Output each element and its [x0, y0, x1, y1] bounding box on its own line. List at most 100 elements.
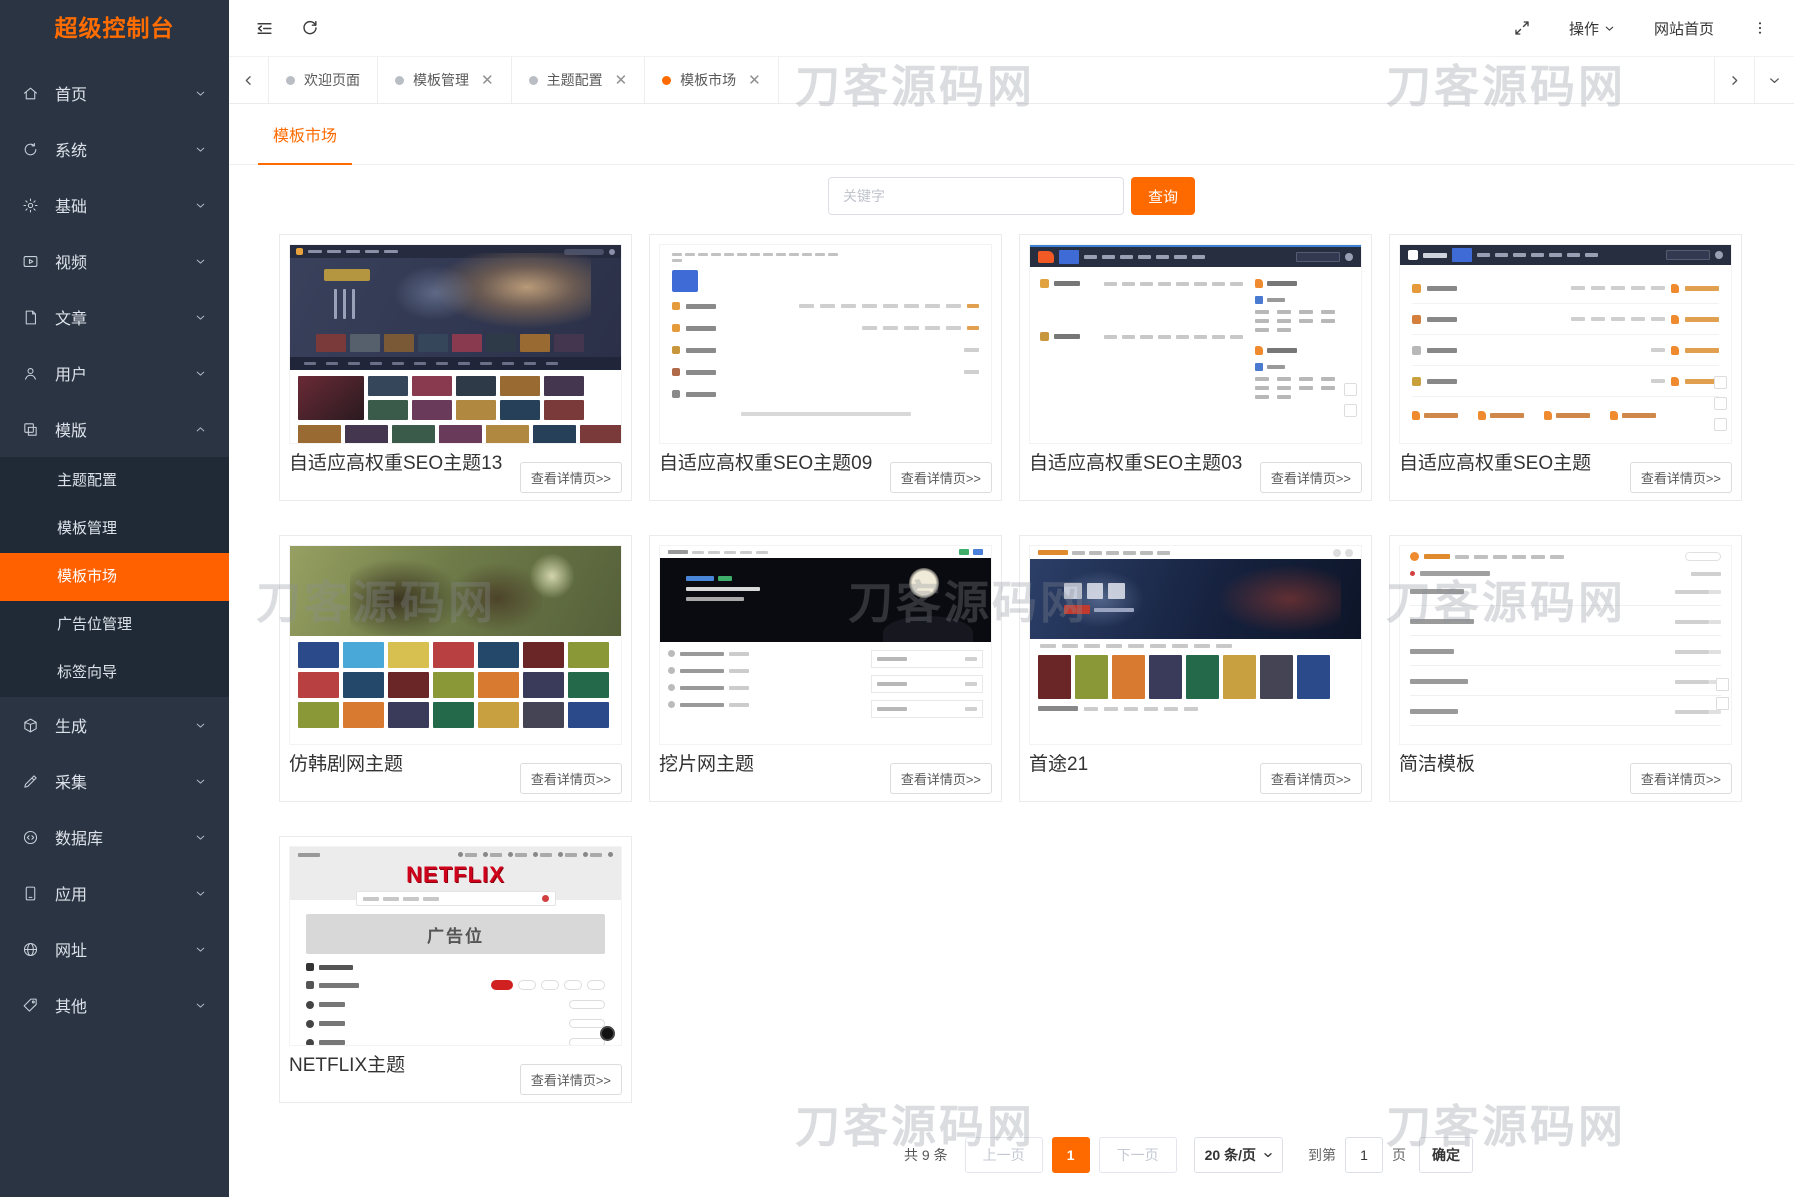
tab-close-icon[interactable]: ✕	[748, 73, 761, 88]
search-bar: 查询	[229, 177, 1794, 215]
settings-icon	[22, 196, 40, 214]
chevron-down-icon	[194, 887, 207, 900]
tab-template-market[interactable]: 模板市场	[258, 104, 352, 165]
search-button[interactable]: 查询	[1131, 177, 1195, 215]
tag-icon	[22, 996, 40, 1014]
sidebar-item-label: 网址	[55, 937, 87, 961]
template-card[interactable]: NETFLIX 广告位 NETFLIX主题查看详情页>>	[279, 836, 632, 1103]
page-tab-3[interactable]: 模板市场✕	[645, 57, 779, 103]
template-cards-grid: 自适应高权重SEO主题13查看详情页>> 自适应高权重SEO主题09查看详情页>…	[279, 234, 1792, 1103]
tab-label: 模板管理	[413, 70, 469, 90]
view-detail-button[interactable]: 查看详情页>>	[1630, 763, 1732, 794]
sidebar-subitem-1[interactable]: 模板管理	[0, 505, 229, 553]
sidebar-item-4[interactable]: 文章	[0, 289, 229, 345]
template-thumbnail	[1399, 244, 1732, 444]
template-card[interactable]: 自适应高权重SEO主题13查看详情页>>	[279, 234, 632, 501]
template-card[interactable]: 仿韩剧网主题查看详情页>>	[279, 535, 632, 802]
sidebar-subitem-3[interactable]: 广告位管理	[0, 601, 229, 649]
sidebar-subitem-label: 主题配置	[57, 472, 117, 489]
template-thumbnail: NETFLIX 广告位	[289, 846, 622, 1046]
home-icon	[22, 84, 40, 102]
card-footer: 查看详情页>>	[890, 462, 992, 493]
view-detail-button[interactable]: 查看详情页>>	[520, 462, 622, 493]
chevron-down-icon	[1603, 22, 1616, 35]
sidebar-subitem-4[interactable]: 标签向导	[0, 649, 229, 697]
tabs-scroll-left-button[interactable]	[229, 57, 269, 103]
sidebar-nav: 首页系统基础视频文章用户模版主题配置模板管理模板市场广告位管理标签向导生成采集数…	[0, 57, 229, 1033]
template-card[interactable]: 首途21查看详情页>>	[1019, 535, 1372, 802]
sidebar-item-1[interactable]: 系统	[0, 121, 229, 177]
sidebar-item-label: 用户	[55, 361, 87, 385]
chevron-down-icon	[194, 719, 207, 732]
sidebar-item-label: 文章	[55, 305, 87, 329]
page-tab-2[interactable]: 主题配置✕	[512, 57, 646, 103]
more-menu-icon[interactable]	[1752, 20, 1768, 36]
view-detail-button[interactable]: 查看详情页>>	[890, 763, 992, 794]
view-detail-button[interactable]: 查看详情页>>	[520, 763, 622, 794]
sidebar-item-label: 系统	[55, 137, 87, 161]
page-unit-label: 页	[1392, 1145, 1406, 1165]
keyword-search-input[interactable]	[828, 177, 1124, 215]
view-detail-button[interactable]: 查看详情页>>	[1260, 462, 1362, 493]
sidebar-subitem-2[interactable]: 模板市场	[0, 553, 229, 601]
sidebar-subitem-label: 标签向导	[57, 664, 117, 681]
tab-status-dot	[529, 76, 538, 85]
sidebar-item-10[interactable]: 应用	[0, 865, 229, 921]
page-tab-0[interactable]: 欢迎页面	[269, 57, 378, 103]
sidebar-item-9[interactable]: 数据库	[0, 809, 229, 865]
site-home-link[interactable]: 网站首页	[1654, 18, 1714, 39]
template-thumbnail	[289, 545, 622, 745]
next-page-button[interactable]: 下一页	[1099, 1137, 1177, 1173]
sidebar-item-label: 生成	[55, 713, 87, 737]
template-card[interactable]: 自适应高权重SEO主题09查看详情页>>	[649, 234, 1002, 501]
sidebar-item-2[interactable]: 基础	[0, 177, 229, 233]
template-thumbnail	[289, 244, 622, 444]
card-footer: 查看详情页>>	[1260, 763, 1362, 794]
tab-close-icon[interactable]: ✕	[615, 73, 628, 88]
prev-page-button[interactable]: 上一页	[965, 1137, 1043, 1173]
template-card[interactable]: 自适应高权重SEO主题03查看详情页>>	[1019, 234, 1372, 501]
template-thumbnail	[659, 244, 992, 444]
template-thumbnail	[659, 545, 992, 745]
template-thumbnail	[1029, 244, 1362, 444]
template-card[interactable]: 简洁模板查看详情页>>	[1389, 535, 1742, 802]
sidebar-item-11[interactable]: 网址	[0, 921, 229, 977]
goto-page-input[interactable]	[1345, 1137, 1383, 1173]
total-count-label: 共 9 条	[904, 1145, 948, 1165]
sidebar-item-label: 采集	[55, 769, 87, 793]
sidebar-item-3[interactable]: 视频	[0, 233, 229, 289]
sidebar-item-label: 其他	[55, 993, 87, 1017]
sidebar-subitem-0[interactable]: 主题配置	[0, 457, 229, 505]
sidebar-item-6[interactable]: 模版	[0, 401, 229, 457]
sidebar-item-7[interactable]: 生成	[0, 697, 229, 753]
action-dropdown[interactable]: 操作	[1569, 18, 1616, 39]
view-detail-button[interactable]: 查看详情页>>	[520, 1064, 622, 1095]
confirm-button[interactable]: 确定	[1419, 1137, 1473, 1173]
page-size-select[interactable]: 20 条/页	[1194, 1137, 1283, 1173]
view-detail-button[interactable]: 查看详情页>>	[890, 462, 992, 493]
view-detail-button[interactable]: 查看详情页>>	[1630, 462, 1732, 493]
view-detail-button[interactable]: 查看详情页>>	[1260, 763, 1362, 794]
topbar-right: 操作 网站首页	[1513, 18, 1768, 39]
tabs-menu-button[interactable]	[1754, 57, 1794, 103]
sidebar-item-5[interactable]: 用户	[0, 345, 229, 401]
collapse-sidebar-icon[interactable]	[255, 19, 274, 38]
fullscreen-icon[interactable]	[1513, 19, 1531, 37]
refresh-icon[interactable]	[301, 19, 319, 38]
chevron-down-icon	[194, 831, 207, 844]
template-card[interactable]: 挖片网主题查看详情页>>	[649, 535, 1002, 802]
tabs-scroll-right-button[interactable]	[1714, 57, 1754, 103]
chevron-down-icon	[194, 367, 207, 380]
sidebar-item-8[interactable]: 采集	[0, 753, 229, 809]
tab-status-dot	[395, 76, 404, 85]
sidebar-item-12[interactable]: 其他	[0, 977, 229, 1033]
template-card[interactable]: 自适应高权重SEO主题查看详情页>>	[1389, 234, 1742, 501]
sidebar-item-0[interactable]: 首页	[0, 65, 229, 121]
tabbar-spacer	[779, 57, 1714, 103]
sidebar-subitem-label: 模板管理	[57, 520, 117, 537]
tab-close-icon[interactable]: ✕	[481, 73, 494, 88]
topbar-left	[255, 19, 319, 38]
chevron-down-icon	[194, 943, 207, 956]
current-page-button[interactable]: 1	[1052, 1137, 1090, 1173]
page-tab-1[interactable]: 模板管理 ✕	[378, 57, 512, 103]
